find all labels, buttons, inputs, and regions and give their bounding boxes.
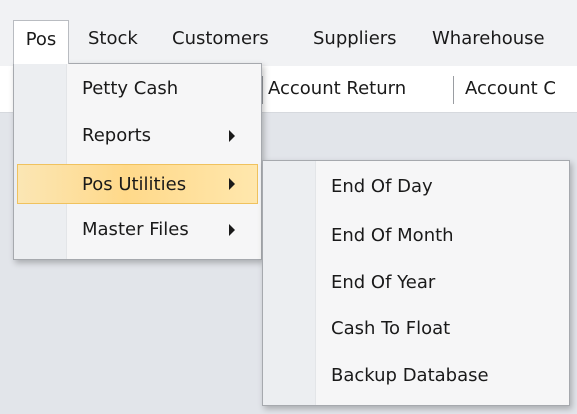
menu-item-label: End Of Month xyxy=(331,225,454,246)
pos-dropdown-menu: Petty Cash Reports Pos Utilities Master … xyxy=(13,63,262,260)
menu-item-label: Master Files xyxy=(82,219,189,240)
application-window: Pos Stock Customers Suppliers Wharehouse… xyxy=(0,0,577,414)
menu-item-label: End Of Day xyxy=(331,176,433,197)
menu-item-label: Pos Utilities xyxy=(82,174,187,195)
menu-item-label: End Of Year xyxy=(331,272,436,293)
menu-stock[interactable]: Stock xyxy=(88,20,138,58)
menu-item-label: Petty Cash xyxy=(82,78,179,99)
menu-item-petty-cash[interactable]: Petty Cash xyxy=(17,69,258,109)
menu-item-label: Cash To Float xyxy=(331,318,451,339)
menu-item-label: Reports xyxy=(82,125,152,146)
toolbar-separator xyxy=(262,76,263,104)
menu-customers[interactable]: Customers xyxy=(172,20,269,58)
menu-item-cash-to-float[interactable]: Cash To Float xyxy=(266,306,566,352)
chevron-right-icon xyxy=(229,130,235,142)
menu-item-reports[interactable]: Reports xyxy=(17,116,258,156)
menu-item-end-of-month[interactable]: End Of Month xyxy=(266,213,566,259)
menu-item-backup-database[interactable]: Backup Database xyxy=(266,353,566,399)
toolbar-account-c[interactable]: Account C xyxy=(465,78,556,99)
menu-item-end-of-year[interactable]: End Of Year xyxy=(266,260,566,306)
menu-wharehouse[interactable]: Wharehouse xyxy=(432,20,545,58)
chevron-right-icon xyxy=(229,178,235,190)
menu-suppliers[interactable]: Suppliers xyxy=(313,20,397,58)
pos-utilities-submenu: End Of Day End Of Month End Of Year Cash… xyxy=(262,160,570,406)
menu-pos[interactable]: Pos xyxy=(13,20,69,64)
menu-item-pos-utilities[interactable]: Pos Utilities xyxy=(17,164,258,204)
menu-item-master-files[interactable]: Master Files xyxy=(17,210,258,250)
toolbar-account-return[interactable]: Account Return xyxy=(268,78,406,99)
chevron-right-icon xyxy=(229,224,235,236)
toolbar-separator xyxy=(453,76,454,104)
menu-bar: Pos Stock Customers Suppliers Wharehouse xyxy=(0,0,577,67)
menu-item-end-of-day[interactable]: End Of Day xyxy=(266,164,566,210)
menu-item-label: Backup Database xyxy=(331,365,489,386)
